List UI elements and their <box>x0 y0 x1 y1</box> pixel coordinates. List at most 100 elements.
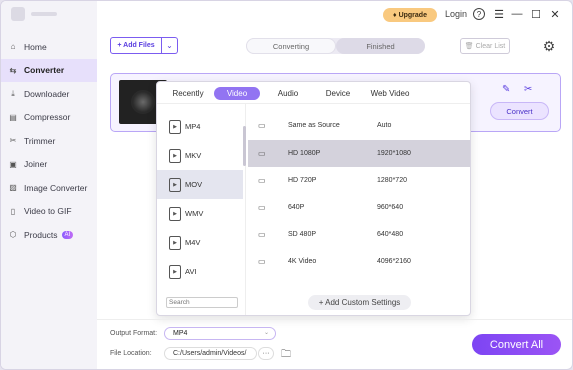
format-label: AVI <box>185 267 197 276</box>
video-file-icon: ▶ <box>169 119 181 134</box>
format-search-input[interactable] <box>166 297 238 308</box>
convert-button[interactable]: Convert <box>490 102 549 120</box>
menu-icon[interactable]: ☰ <box>492 7 506 21</box>
tab-finished[interactable]: Finished <box>336 38 425 54</box>
sidebar-item-joiner[interactable]: ▣ Joiner <box>1 153 97 177</box>
converter-icon: ⇆ <box>9 65 17 75</box>
resolution-row[interactable]: ▭ 640P 960*640 <box>248 194 470 221</box>
format-item-m4v[interactable]: ▶ M4V <box>157 228 243 257</box>
format-item-mov[interactable]: ▶ MOV <box>157 170 243 199</box>
compress-icon: ▤ <box>9 112 17 122</box>
tab-recently[interactable]: Recently <box>171 87 205 100</box>
resolution-value: 1280*720 <box>377 177 407 184</box>
app-logo <box>11 7 25 21</box>
sidebar-item-label: Products <box>24 229 58 240</box>
add-files-dropdown[interactable]: ⌄ <box>162 37 178 54</box>
image-icon: ▨ <box>9 183 17 193</box>
sidebar-item-home[interactable]: ⌂ Home <box>1 35 97 59</box>
scissors-icon[interactable]: ✂ <box>524 84 532 95</box>
video-preset-icon: ▭ <box>258 121 266 130</box>
minimize-icon[interactable]: — <box>510 7 524 21</box>
sidebar-item-downloader[interactable]: ⤓ Downloader <box>1 82 97 106</box>
format-list: ▶ MP4 ▶ MKV ▶ MOV ▶ WMV ▶ M4V ▶ AVI <box>157 104 246 315</box>
login-link[interactable]: Login <box>445 9 467 19</box>
ai-badge: AI <box>61 230 74 239</box>
resolution-row[interactable]: ▭ Same as Source Auto <box>248 112 470 139</box>
home-icon: ⌂ <box>10 42 16 52</box>
format-label: WMV <box>185 209 204 218</box>
file-location-field[interactable]: C:/Users/admin/Videos/ <box>164 347 257 360</box>
chevron-down-icon: ⌄ <box>166 41 173 50</box>
folder-icon[interactable]: 🗀 <box>281 347 291 364</box>
resolution-row[interactable]: ▭ HD 1080P 1920*1080 <box>248 140 470 167</box>
resolution-row[interactable]: ▭ HD 720P 1280*720 <box>248 167 470 194</box>
sidebar: ⌂ Home ⇆ Converter ⤓ Downloader ▤ Compre… <box>1 1 97 369</box>
format-label: M4V <box>185 238 201 247</box>
file-location-label: File Location: <box>110 350 152 357</box>
app-name-placeholder <box>31 12 57 16</box>
resolution-value: 1920*1080 <box>377 150 411 157</box>
resolution-name: 640P <box>288 204 305 211</box>
resolution-name: 4K Video <box>288 258 317 265</box>
close-icon[interactable]: ✕ <box>548 7 562 21</box>
video-preset-icon: ▭ <box>258 149 266 158</box>
format-item-mkv[interactable]: ▶ MKV <box>157 141 243 170</box>
video-preset-icon: ▭ <box>258 230 266 239</box>
diamond-icon: ♦ <box>393 11 397 19</box>
resolution-name: SD 480P <box>288 231 317 238</box>
format-item-avi[interactable]: ▶ AVI <box>157 257 243 286</box>
sidebar-item-label: Trimmer <box>24 135 56 146</box>
tab-audio[interactable]: Audio <box>275 87 301 100</box>
sidebar-item-products[interactable]: ⬡ Products AI <box>1 223 97 247</box>
video-file-icon: ▶ <box>169 148 181 163</box>
help-icon[interactable]: ? <box>473 8 485 20</box>
sidebar-item-image-converter[interactable]: ▨ Image Converter <box>1 176 97 200</box>
resolution-row[interactable]: ▭ 4K Video 4096*2160 <box>248 248 470 275</box>
output-format-value: MP4 <box>173 330 188 337</box>
resolution-row[interactable]: ▭ SD 480P 640*480 <box>248 221 470 248</box>
gif-icon: ▯ <box>10 206 16 216</box>
products-icon: ⬡ <box>9 230 17 240</box>
sidebar-nav: ⌂ Home ⇆ Converter ⤓ Downloader ▤ Compre… <box>1 35 97 247</box>
sidebar-item-label: Compressor <box>24 112 71 123</box>
resolution-value: Auto <box>377 122 392 129</box>
format-label: MOV <box>185 180 203 189</box>
tab-converting[interactable]: Converting <box>246 38 336 54</box>
sidebar-item-label: Video to GIF <box>24 206 72 217</box>
add-files-button[interactable]: + Add Files <box>110 37 162 54</box>
upgrade-label: Upgrade <box>398 11 427 19</box>
sidebar-item-label: Joiner <box>24 159 48 170</box>
clear-list-button[interactable]: 🗑 Clear List <box>460 38 510 54</box>
browse-more-button[interactable]: ··· <box>258 347 274 360</box>
resolution-value: 640*480 <box>377 231 404 238</box>
resolution-name: Same as Source <box>288 122 340 129</box>
hardware-acceleration-icon[interactable]: ⚙ <box>539 36 559 56</box>
joiner-icon: ▣ <box>9 159 17 169</box>
tab-web-video[interactable]: Web Video <box>370 87 410 100</box>
output-format-select[interactable]: MP4 ⌄ <box>164 327 276 340</box>
edit-icon[interactable]: ✎ <box>502 84 510 95</box>
video-file-icon: ▶ <box>169 177 181 192</box>
app-window: ⌂ Home ⇆ Converter ⤓ Downloader ▤ Compre… <box>0 0 573 370</box>
sidebar-item-compressor[interactable]: ▤ Compressor <box>1 106 97 130</box>
format-popup: Recently Video Audio Device Web Video ▶ … <box>156 81 471 316</box>
format-list-scrollbar[interactable] <box>243 126 246 166</box>
resolution-value: 960*640 <box>377 204 404 211</box>
upgrade-button[interactable]: ♦ Upgrade <box>383 8 437 22</box>
tab-video[interactable]: Video <box>214 87 260 100</box>
maximize-icon[interactable]: ☐ <box>529 7 543 21</box>
sidebar-item-label: Downloader <box>24 88 70 99</box>
video-file-icon: ▶ <box>169 235 181 250</box>
format-item-mp4[interactable]: ▶ MP4 <box>157 112 243 141</box>
add-custom-settings-button[interactable]: + Add Custom Settings <box>308 295 411 310</box>
format-label: MP4 <box>185 122 201 131</box>
chevron-down-icon: ⌄ <box>263 330 269 336</box>
resolution-name: HD 720P <box>288 177 317 184</box>
sidebar-item-trimmer[interactable]: ✂ Trimmer <box>1 129 97 153</box>
sidebar-item-video-to-gif[interactable]: ▯ Video to GIF <box>1 200 97 224</box>
format-item-wmv[interactable]: ▶ WMV <box>157 199 243 228</box>
scissors-icon: ✂ <box>9 136 17 146</box>
convert-all-button[interactable]: Convert All <box>472 334 561 355</box>
sidebar-item-converter[interactable]: ⇆ Converter <box>1 58 97 82</box>
tab-device[interactable]: Device <box>324 87 352 100</box>
